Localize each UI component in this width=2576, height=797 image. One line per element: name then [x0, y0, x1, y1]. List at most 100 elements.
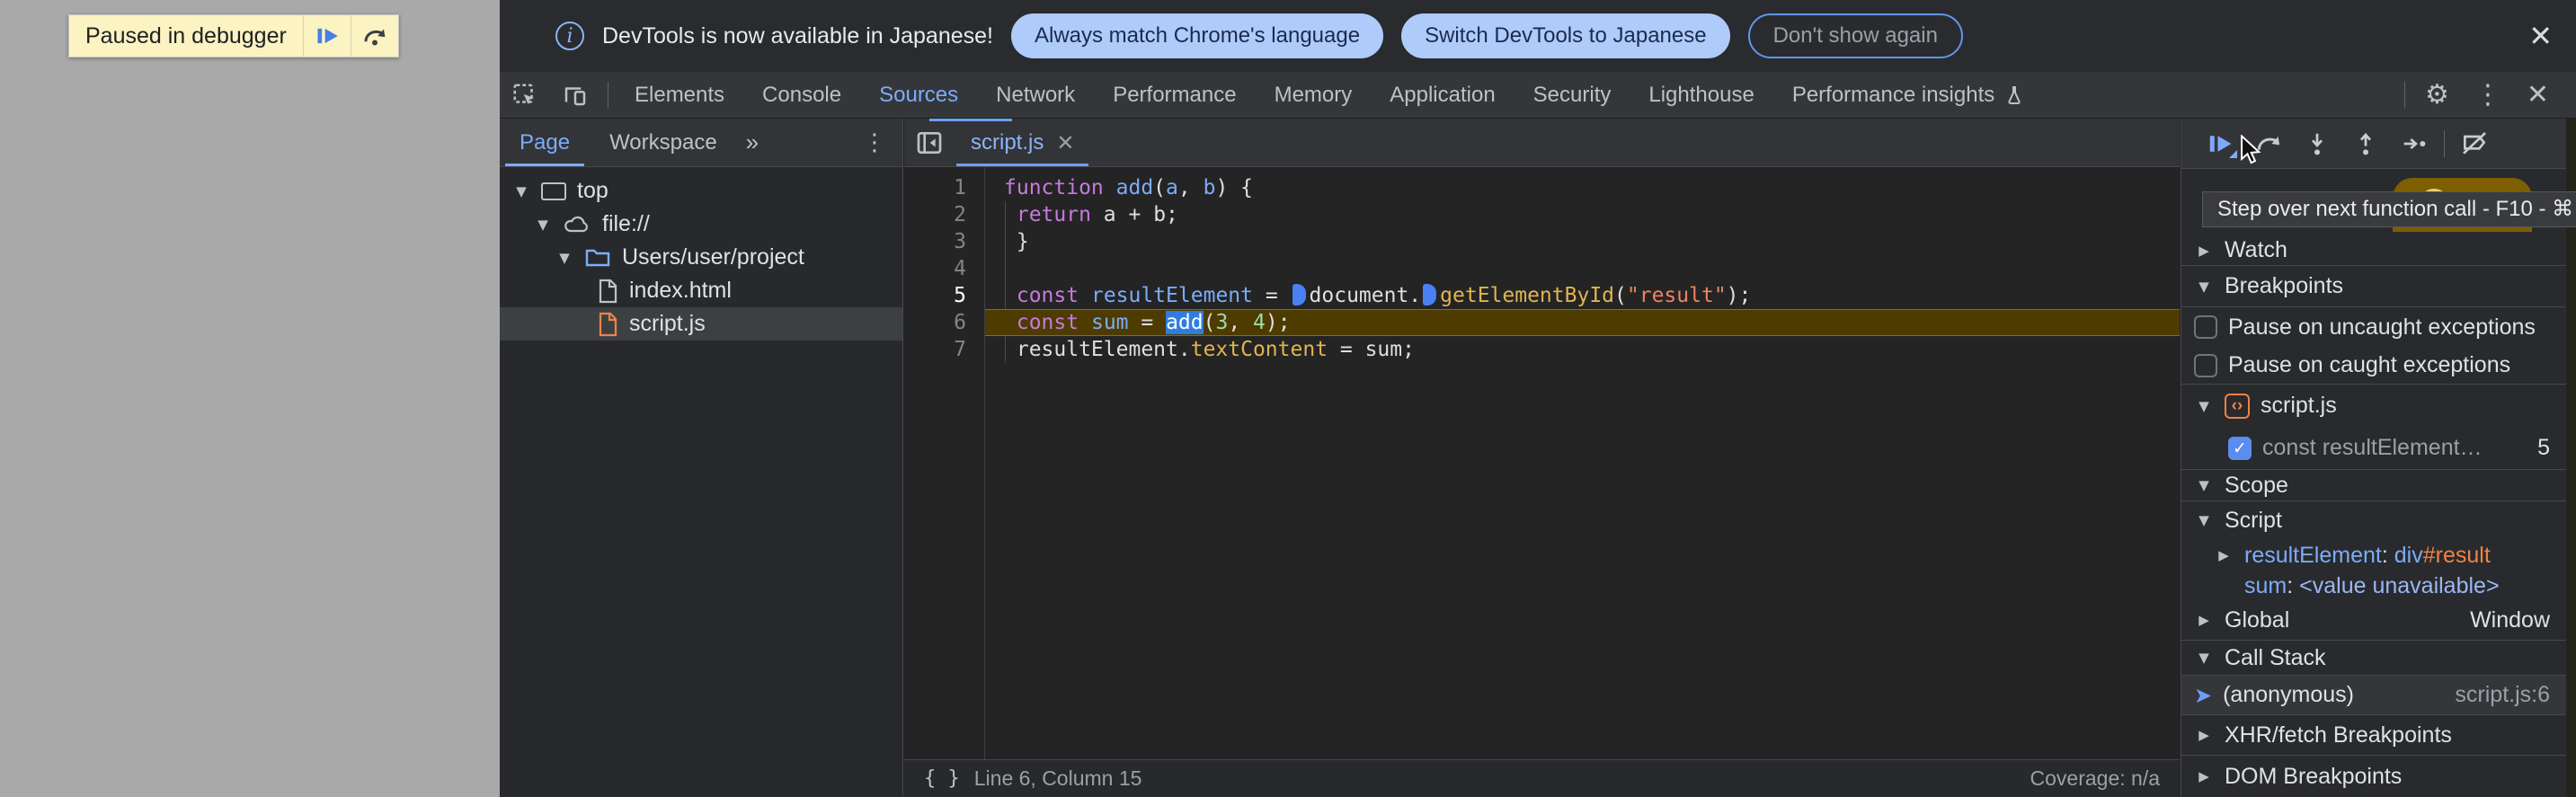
code-line-7[interactable]: resultElement.textContent = sum;	[985, 336, 2180, 363]
pause-caught-checkbox[interactable]	[2194, 353, 2217, 377]
tab-lighthouse[interactable]: Lighthouse	[1630, 72, 1772, 118]
settings-gear-icon[interactable]: ⚙	[2412, 79, 2462, 111]
checkbox-label: Pause on uncaught exceptions	[2228, 314, 2536, 340]
tree-item-file-scheme[interactable]: ▼ file://	[500, 208, 902, 241]
chevron-down-icon[interactable]: ▼	[2194, 398, 2214, 414]
always-match-language-button[interactable]: Always match Chrome's language	[1010, 13, 1384, 58]
chevron-right-icon[interactable]: ▶	[2194, 243, 2214, 259]
dont-show-again-button[interactable]: Don't show again	[1747, 13, 1963, 58]
code-line-4[interactable]	[985, 255, 2180, 282]
tab-network[interactable]: Network	[977, 72, 1094, 118]
step-into-button[interactable]	[2293, 124, 2341, 164]
frame-name: (anonymous)	[2223, 682, 2355, 707]
coverage-label: Coverage: n/a	[2030, 766, 2160, 790]
code-line-1[interactable]: function add(a, b) {	[985, 174, 2180, 201]
section-dom-breakpoints[interactable]: ▶ DOM Breakpoints	[2181, 755, 2566, 797]
navigator-kebab-icon[interactable]: ⋮	[847, 129, 902, 156]
tab-security[interactable]: Security	[1515, 72, 1630, 118]
tree-item-script-js[interactable]: script.js	[500, 307, 902, 341]
scope-group-label: Global	[2225, 607, 2290, 633]
collapse-navigator-icon[interactable]	[904, 128, 955, 157]
tab-performance[interactable]: Performance	[1094, 72, 1255, 118]
breakpoint-file-group[interactable]: ▼ ‹› script.js	[2181, 385, 2566, 427]
code-viewer[interactable]: 1 2 3 4 5 6 7 function add(a, b) { retur…	[904, 167, 2180, 759]
line-number[interactable]: 6	[904, 309, 984, 336]
code-line-6-execution[interactable]: const sum = add(3, 4);	[985, 309, 2180, 336]
pause-uncaught-checkbox[interactable]	[2194, 315, 2217, 339]
pause-caught-row[interactable]: Pause on caught exceptions	[2181, 347, 2566, 385]
checkbox-label: Pause on caught exceptions	[2228, 352, 2511, 377]
call-stack-frame[interactable]: ➤ (anonymous) script.js:6	[2181, 676, 2566, 714]
expand-arrow-icon[interactable]: ▼	[555, 250, 573, 266]
expand-arrow-icon[interactable]: ▼	[512, 183, 530, 199]
tree-item-top[interactable]: ▼ top	[500, 174, 902, 208]
scope-var-sum[interactable]: sum: <value unavailable>	[2181, 571, 2566, 600]
breakpoint-line-number[interactable]: 5	[904, 282, 984, 309]
chevron-down-icon[interactable]: ▼	[2194, 512, 2214, 528]
deactivate-breakpoints-button[interactable]	[2450, 124, 2499, 164]
section-breakpoints[interactable]: ▼ Breakpoints	[2181, 266, 2566, 307]
chevron-right-icon[interactable]: ▶	[2194, 768, 2214, 784]
tab-label: Performance	[1113, 82, 1237, 107]
chevron-right-icon[interactable]: ▶	[2214, 547, 2234, 563]
line-number[interactable]: 7	[904, 336, 984, 363]
line-number-gutter[interactable]: 1 2 3 4 5 6 7	[904, 167, 985, 759]
inspect-element-button[interactable]	[500, 82, 550, 109]
line-number[interactable]: 3	[904, 228, 984, 255]
toolbar-right-controls: ⚙ ⋮ ✕	[2397, 79, 2576, 111]
section-watch[interactable]: ▶ Watch	[2181, 235, 2566, 266]
step-button[interactable]	[2390, 124, 2438, 164]
chevron-down-icon[interactable]: ▼	[2194, 279, 2214, 295]
line-number[interactable]: 4	[904, 255, 984, 282]
tab-label: Network	[996, 82, 1076, 107]
scope-global-group[interactable]: ▶ Global Window	[2181, 600, 2566, 640]
code-line-5[interactable]: const resultElement = document. getElemen…	[985, 282, 2180, 309]
resume-script-button[interactable]	[304, 15, 351, 57]
frame-icon	[541, 182, 566, 200]
code-lines[interactable]: function add(a, b) { return a + b; } con…	[985, 167, 2180, 363]
tree-item-project-folder[interactable]: ▼ Users/user/project	[500, 241, 902, 274]
file-tree: ▼ top ▼ file:// ▼ Users/user/project ind…	[500, 167, 902, 341]
step-over-button-overlay[interactable]	[351, 15, 398, 57]
chevron-down-icon[interactable]: ▼	[2194, 477, 2214, 493]
tab-performance-insights[interactable]: Performance insights	[1773, 72, 2044, 118]
breakpoint-enabled-checkbox[interactable]: ✓	[2228, 436, 2252, 460]
section-xhr-breakpoints[interactable]: ▶ XHR/fetch Breakpoints	[2181, 714, 2566, 755]
more-tabs-chevron-icon[interactable]: »	[737, 128, 768, 156]
tree-item-index-html[interactable]: index.html	[500, 274, 902, 307]
file-group-label: script.js	[2261, 393, 2337, 418]
infobar-close-icon[interactable]: ✕	[2528, 19, 2553, 53]
section-scope[interactable]: ▼ Scope	[2181, 469, 2566, 501]
scope-script-group[interactable]: ▼ Script	[2181, 501, 2566, 539]
tab-memory[interactable]: Memory	[1256, 72, 1372, 118]
expand-arrow-icon[interactable]: ▼	[534, 217, 552, 233]
code-line-3[interactable]: }	[985, 228, 2180, 255]
chevron-down-icon[interactable]: ▼	[2194, 650, 2214, 666]
switch-to-japanese-button[interactable]: Switch DevTools to Japanese	[1401, 13, 1730, 58]
close-devtools-icon[interactable]: ✕	[2514, 79, 2562, 111]
navigator-tab-page[interactable]: Page	[500, 119, 590, 166]
tab-elements[interactable]: Elements	[616, 72, 743, 118]
breakpoint-entry-row[interactable]: ✓ const resultElement = doc··· 5	[2181, 427, 2566, 469]
scope-var-resultelement[interactable]: ▶ resultElement: div#result	[2181, 539, 2566, 571]
editor-tab-script-js[interactable]: script.js ✕	[955, 119, 1090, 166]
resume-dropdown-corner	[2229, 149, 2237, 158]
line-number[interactable]: 1	[904, 174, 984, 201]
tab-application[interactable]: Application	[1371, 72, 1514, 118]
close-tab-icon[interactable]: ✕	[1056, 130, 1074, 155]
code-line-2[interactable]: return a + b;	[985, 201, 2180, 228]
tab-sources[interactable]: Sources	[860, 72, 977, 118]
tab-console[interactable]: Console	[743, 72, 860, 118]
tab-label: Sources	[879, 82, 959, 107]
step-out-button[interactable]	[2341, 124, 2390, 164]
chevron-right-icon[interactable]: ▶	[2194, 727, 2214, 743]
pause-uncaught-row[interactable]: Pause on uncaught exceptions	[2181, 307, 2566, 347]
line-number[interactable]: 2	[904, 201, 984, 228]
toggle-device-toolbar-button[interactable]	[550, 82, 600, 109]
navigator-tab-workspace[interactable]: Workspace	[590, 119, 737, 166]
chevron-right-icon[interactable]: ▶	[2194, 612, 2214, 628]
debugger-sidebar: Step over next function call - F10 - ⌘ '…	[2181, 119, 2576, 797]
pretty-print-icon[interactable]: { }	[924, 767, 960, 790]
section-call-stack[interactable]: ▼ Call Stack	[2181, 640, 2566, 676]
more-options-kebab-icon[interactable]: ⋮	[2462, 79, 2514, 111]
